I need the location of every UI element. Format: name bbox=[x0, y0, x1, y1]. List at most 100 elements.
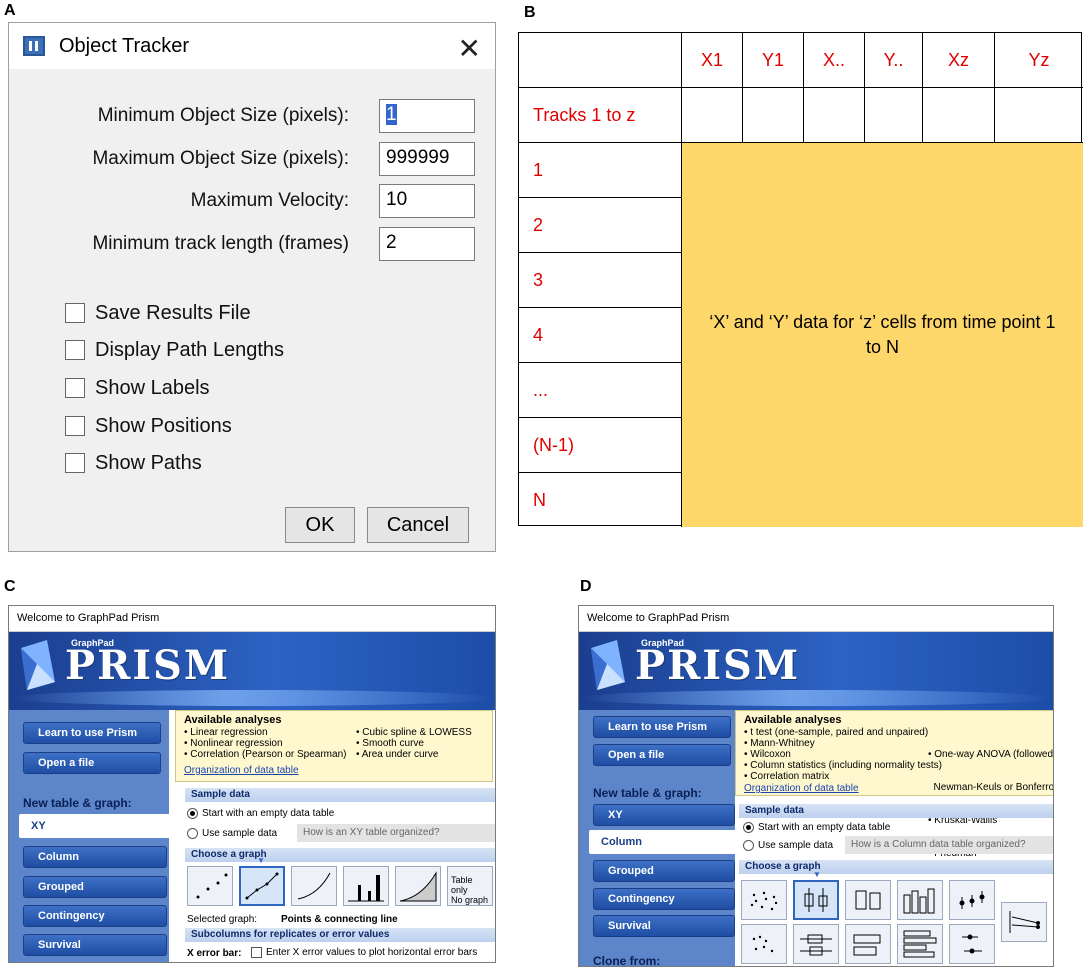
row-label-cell: 4 bbox=[519, 308, 682, 363]
graph-mean-error-horizontal[interactable] bbox=[949, 924, 995, 964]
checkbox-box[interactable] bbox=[251, 947, 262, 958]
max-object-size-input[interactable]: 999999 bbox=[379, 142, 475, 176]
checkbox-box[interactable] bbox=[65, 303, 85, 323]
nav-item-column[interactable]: Column bbox=[23, 846, 167, 868]
radio-empty-table[interactable]: Start with an empty data table bbox=[743, 822, 890, 833]
nav-item-survival[interactable]: Survival bbox=[23, 934, 167, 956]
right-pane: Available analyses • Linear regression •… bbox=[169, 710, 495, 962]
selected-indicator-icon: ▼ bbox=[257, 856, 265, 865]
nav-item-contingency[interactable]: Contingency bbox=[23, 905, 167, 927]
left-nav: Learn to use Prism Open a file New table… bbox=[9, 710, 171, 962]
radio-button[interactable] bbox=[187, 808, 198, 819]
graph-line-only[interactable] bbox=[291, 866, 337, 906]
field-min-object-size: Minimum Object Size (pixels): 1 bbox=[9, 99, 479, 135]
points-line-graph-icon bbox=[245, 872, 279, 900]
nav-item-grouped[interactable]: Grouped bbox=[593, 860, 735, 882]
organization-link[interactable]: Organization of data table bbox=[744, 783, 859, 794]
prism-logo-icon bbox=[591, 640, 625, 690]
x-error-checkbox[interactable]: Enter X error values to plot horizontal … bbox=[251, 947, 477, 958]
checkbox-box[interactable] bbox=[65, 378, 85, 398]
nav-item-grouped[interactable]: Grouped bbox=[23, 876, 167, 898]
row-label-cell: 2 bbox=[519, 198, 682, 253]
nav-item-contingency[interactable]: Contingency bbox=[593, 888, 735, 910]
graph-box-whisker[interactable] bbox=[793, 880, 839, 920]
cancel-button[interactable]: Cancel bbox=[367, 507, 469, 543]
row-label-cell: (N-1) bbox=[519, 418, 682, 473]
analyses-title: Available analyses bbox=[184, 714, 282, 726]
line-graph-icon bbox=[297, 872, 331, 900]
nav-item-xy[interactable]: XY bbox=[593, 804, 735, 826]
analysis-item: • Cubic spline & LOWESS bbox=[356, 727, 472, 738]
open-file-button[interactable]: Open a file bbox=[23, 752, 161, 774]
checkbox-show-positions[interactable]: Show Positions bbox=[65, 412, 232, 440]
mean-error-horizontal-icon bbox=[962, 934, 982, 954]
graph-area[interactable] bbox=[395, 866, 441, 906]
bars-horizontal-icon bbox=[903, 930, 937, 958]
organization-link[interactable]: Organization of data table bbox=[184, 765, 299, 776]
checkbox-show-paths[interactable]: Show Paths bbox=[65, 449, 202, 477]
learn-prism-button[interactable]: Learn to use Prism bbox=[593, 716, 731, 738]
graph-mean-error[interactable] bbox=[949, 880, 995, 920]
checkbox-box[interactable] bbox=[65, 453, 85, 473]
analysis-item: • Nonlinear regression bbox=[184, 738, 283, 749]
radio-sample-data[interactable]: Use sample data bbox=[187, 828, 277, 839]
radio-button[interactable] bbox=[743, 822, 754, 833]
sample-data-header: Sample data bbox=[185, 788, 495, 802]
new-table-header: New table & graph: bbox=[23, 796, 132, 810]
graph-floating-horizontal[interactable] bbox=[845, 924, 891, 964]
banner-swirl bbox=[579, 690, 1053, 706]
nav-item-column[interactable]: Column bbox=[589, 830, 735, 854]
min-object-size-input[interactable]: 1 bbox=[379, 99, 475, 133]
empty-cell bbox=[923, 88, 995, 143]
column-bars-icon bbox=[903, 888, 935, 914]
choose-graph-header: Choose a graph bbox=[185, 848, 495, 862]
close-icon[interactable]: ✕ bbox=[458, 32, 481, 65]
points-graph-icon bbox=[196, 873, 228, 899]
min-track-length-input[interactable]: 2 bbox=[379, 227, 475, 261]
field-max-velocity: Maximum Velocity: 10 bbox=[9, 184, 479, 220]
graph-table-only[interactable]: Table only No graph bbox=[447, 866, 493, 906]
header-cell: Y1 bbox=[743, 33, 804, 88]
radio-empty-table[interactable]: Start with an empty data table bbox=[187, 808, 334, 819]
prism-welcome-column: Welcome to GraphPad Prism GraphPad PRISM… bbox=[578, 605, 1054, 967]
spike-graph-icon bbox=[348, 875, 384, 902]
graph-floating-bars[interactable] bbox=[845, 880, 891, 920]
choose-graph-header: Choose a graph bbox=[739, 860, 1053, 874]
checkbox-save-results[interactable]: Save Results File bbox=[65, 299, 251, 327]
ok-button[interactable]: OK bbox=[285, 507, 355, 543]
graph-points-only[interactable] bbox=[187, 866, 233, 906]
graph-points-line[interactable] bbox=[239, 866, 285, 906]
checkbox-box[interactable] bbox=[65, 340, 85, 360]
graph-spikes[interactable] bbox=[343, 866, 389, 906]
subcolumns-header: Subcolumns for replicates or error value… bbox=[185, 928, 495, 942]
radio-button[interactable] bbox=[187, 828, 198, 839]
graph-scatter[interactable] bbox=[741, 880, 787, 920]
checkbox-display-path-lengths[interactable]: Display Path Lengths bbox=[65, 336, 284, 364]
graph-bars-horizontal[interactable] bbox=[897, 924, 943, 964]
analysis-item: • Linear regression bbox=[184, 727, 268, 738]
sample-data-select[interactable]: How is an XY table organized? bbox=[297, 824, 495, 842]
graph-column-bars[interactable] bbox=[897, 880, 943, 920]
sample-data-select[interactable]: How is a Column data table organized? bbox=[845, 836, 1053, 854]
graph-before-after[interactable] bbox=[1001, 902, 1047, 942]
box-horizontal-icon bbox=[800, 934, 832, 956]
header-cell: X.. bbox=[804, 33, 865, 88]
nav-item-survival[interactable]: Survival bbox=[593, 915, 735, 937]
sample-data-header: Sample data bbox=[739, 804, 1053, 818]
prism-logo-icon bbox=[21, 640, 55, 690]
learn-prism-button[interactable]: Learn to use Prism bbox=[23, 722, 161, 744]
analysis-item: • Wilcoxon bbox=[744, 749, 791, 760]
graph-box-horizontal[interactable] bbox=[793, 924, 839, 964]
open-file-button[interactable]: Open a file bbox=[593, 744, 731, 766]
before-after-icon bbox=[1009, 911, 1040, 933]
prism-banner: GraphPad PRISM bbox=[9, 632, 495, 710]
graph-scatter-horizontal[interactable] bbox=[741, 924, 787, 964]
nav-item-xy[interactable]: XY bbox=[19, 814, 171, 838]
checkbox-box[interactable] bbox=[65, 416, 85, 436]
radio-button[interactable] bbox=[743, 840, 754, 851]
checkbox-show-labels[interactable]: Show Labels bbox=[65, 374, 210, 402]
radio-sample-data[interactable]: Use sample data bbox=[743, 840, 833, 851]
header-cell: Xz bbox=[923, 33, 995, 88]
max-velocity-input[interactable]: 10 bbox=[379, 184, 475, 218]
analysis-item: • Area under curve bbox=[356, 749, 439, 760]
